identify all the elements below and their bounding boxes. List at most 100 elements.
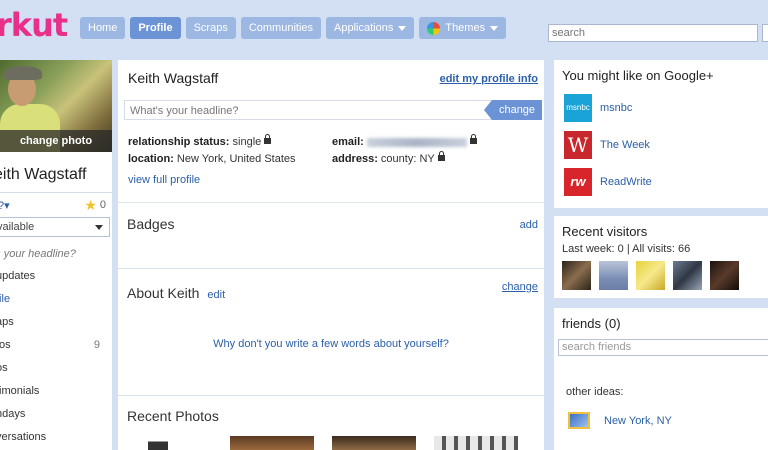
- photo-thumbnail[interactable]: [230, 436, 314, 450]
- sidebar-item-scraps[interactable]: aps: [0, 311, 112, 334]
- nav-label: Home: [88, 22, 118, 34]
- nav-applications-button[interactable]: Applications: [326, 17, 415, 39]
- nav-label: Applications: [334, 22, 394, 34]
- badges-section: Badges add: [118, 203, 544, 269]
- headline-change-button[interactable]: change: [484, 100, 542, 120]
- avatar[interactable]: [636, 261, 665, 290]
- sidebar-item-label: timonials: [0, 385, 40, 397]
- other-ideas-label: other ideas:: [566, 386, 624, 398]
- address-value: county: NY: [380, 153, 435, 165]
- blurred-email: [366, 137, 467, 147]
- avatar[interactable]: [599, 261, 628, 290]
- photo-thumbnail[interactable]: [148, 436, 168, 450]
- sidebar-item-label: tos: [0, 339, 11, 351]
- sidebar-item-conversations[interactable]: versations: [0, 426, 112, 449]
- gplus-item-label[interactable]: ReadWrite: [600, 176, 652, 188]
- chevron-down-icon: [490, 25, 499, 31]
- the-week-logo-icon: W: [564, 130, 592, 159]
- avatar[interactable]: [673, 261, 702, 290]
- status-question: ?: [0, 200, 4, 212]
- chevron-down-icon: [95, 224, 103, 230]
- search-button[interactable]: [762, 24, 768, 42]
- address-label: address:: [332, 153, 378, 165]
- idea-item[interactable]: New York, NY: [554, 398, 768, 429]
- nav-label: Themes: [445, 22, 486, 34]
- location: location: New York, United States: [128, 153, 296, 165]
- gplus-item-label[interactable]: msnbc: [600, 102, 632, 114]
- profile-photo[interactable]: change photo: [0, 60, 112, 152]
- relationship-status: relationship status: single: [128, 134, 272, 148]
- nav-communities-button[interactable]: Communities: [240, 17, 322, 39]
- gplus-item-readwrite[interactable]: rw ReadWrite: [554, 163, 768, 200]
- friends-title[interactable]: friends (0): [554, 308, 768, 331]
- availability-value: vailable: [0, 221, 35, 233]
- msnbc-logo-icon: msnbc: [564, 93, 592, 122]
- sidebar-item-videos[interactable]: os: [0, 357, 112, 380]
- status-row: ?▾ ★0: [0, 193, 112, 217]
- gplus-item-the-week[interactable]: W The Week: [554, 126, 768, 163]
- sidebar-item-photos[interactable]: tos 9: [0, 334, 112, 357]
- sidebar-item-profile[interactable]: file: [0, 288, 112, 311]
- headline-input[interactable]: What's your headline?: [124, 100, 494, 120]
- sidebar-item-label: os: [0, 362, 8, 374]
- about-title-row: About Keith edit: [127, 285, 225, 301]
- photo-thumbnail[interactable]: [434, 436, 518, 450]
- google-plus-title: You might like on Google+: [562, 68, 714, 83]
- community-icon: [568, 412, 590, 429]
- add-badge-link[interactable]: add: [520, 219, 538, 231]
- nav-scraps-button[interactable]: Scraps: [185, 17, 236, 39]
- lock-icon: [437, 151, 445, 161]
- readwrite-logo-icon: rw: [564, 167, 592, 196]
- star-icon: ★: [84, 196, 97, 213]
- fan-count[interactable]: ★ 0: [84, 197, 106, 214]
- recent-visitors: Recent visitors Last week: 0 | All visit…: [554, 216, 768, 298]
- location-value: New York, United States: [176, 153, 296, 165]
- relationship-label: relationship status:: [128, 136, 230, 148]
- status-menu-toggle[interactable]: ?▾: [0, 199, 10, 212]
- nav-themes-button[interactable]: Themes: [419, 17, 507, 39]
- idea-item-label[interactable]: New York, NY: [604, 415, 672, 427]
- write-about-yourself-link[interactable]: Why don't you write a few words about yo…: [118, 338, 544, 350]
- profile-main: Keith Wagstaff edit my profile info What…: [118, 60, 544, 450]
- gplus-item-msnbc[interactable]: msnbc msnbc: [554, 89, 768, 126]
- edit-profile-link[interactable]: edit my profile info: [440, 73, 538, 85]
- sidebar-item-birthdays[interactable]: ndays: [0, 403, 112, 426]
- relationship-value: single: [232, 136, 262, 148]
- sidebar-item-count: 9: [93, 339, 100, 351]
- location-label: location:: [128, 153, 174, 165]
- recent-photos-title: Recent Photos: [127, 408, 219, 424]
- email: email:: [332, 134, 477, 148]
- sidebar-item-testimonials[interactable]: timonials: [0, 380, 112, 403]
- friends-search-input[interactable]: search friends: [558, 339, 768, 356]
- avatar[interactable]: [710, 261, 739, 290]
- about-change-link[interactable]: change: [502, 281, 538, 293]
- orkut-logo[interactable]: rkut: [0, 6, 68, 44]
- badges-title: Badges: [127, 216, 175, 232]
- sidebar-item-label: updates: [0, 270, 36, 282]
- availability-select[interactable]: vailable: [0, 217, 110, 237]
- nav-label: Scraps: [193, 22, 228, 34]
- about-edit-link[interactable]: edit: [207, 289, 225, 301]
- about-section: About Keith edit change: [118, 269, 544, 396]
- search-field[interactable]: [548, 24, 758, 42]
- sidebar-headline-prompt[interactable]: t's your headline?: [0, 243, 112, 265]
- sidebar-item-label: ndays: [0, 408, 26, 420]
- sidebar-profile-name: eith Wagstaff: [0, 166, 87, 183]
- nav-profile-button[interactable]: Profile: [130, 17, 181, 39]
- sidebar-item-label: file: [0, 293, 11, 305]
- star-count: 0: [99, 199, 106, 211]
- address: address: county: NY: [332, 151, 445, 165]
- sidebar-item-label: versations: [0, 431, 47, 443]
- themes-icon: [427, 21, 441, 35]
- nav-home-button[interactable]: Home: [80, 17, 126, 39]
- lock-icon: [264, 134, 272, 144]
- photo-hat: [4, 66, 42, 80]
- gplus-item-label[interactable]: The Week: [600, 139, 650, 151]
- avatar[interactable]: [562, 261, 591, 290]
- profile-info-section: Keith Wagstaff edit my profile info What…: [118, 60, 544, 203]
- sidebar-item-updates[interactable]: updates: [0, 265, 112, 288]
- change-photo-button[interactable]: change photo: [0, 130, 112, 152]
- photo-thumbnail[interactable]: [332, 436, 416, 450]
- search-input[interactable]: [552, 27, 742, 39]
- view-full-profile-link[interactable]: view full profile: [128, 174, 200, 186]
